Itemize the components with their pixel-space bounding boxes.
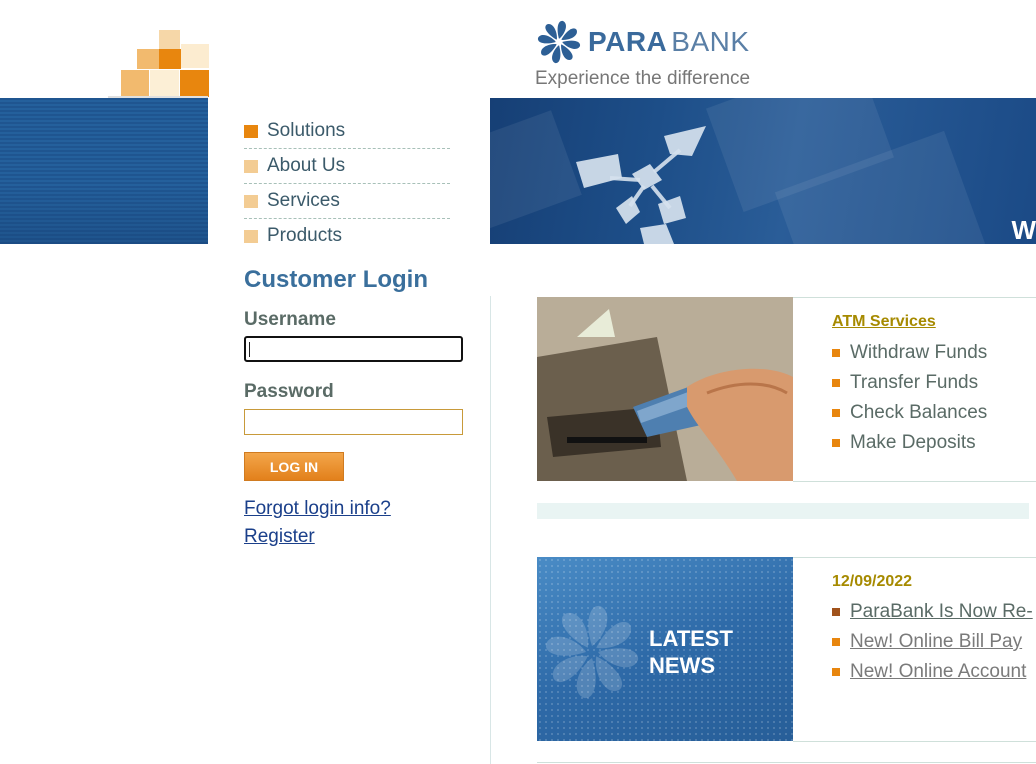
nav-item-label: Solutions — [267, 120, 346, 141]
news-item-link[interactable]: New! Online Bill Pay — [850, 631, 1022, 653]
password-input[interactable] — [244, 409, 463, 435]
news-item-link[interactable]: ParaBank Is Now Re- — [850, 601, 1033, 623]
password-label: Password — [244, 381, 334, 402]
banner-text: W — [1011, 215, 1036, 244]
left-header-band — [0, 98, 208, 244]
nav-item-label: Products — [267, 225, 342, 246]
nav-bullet-icon — [244, 194, 258, 208]
nav-item-solutions[interactable]: Solutions — [244, 114, 450, 149]
logo-text: PARA BANK — [588, 26, 750, 58]
bullet-icon — [832, 608, 840, 616]
text-cursor — [249, 342, 250, 357]
nav-item-about-us[interactable]: About Us — [244, 149, 450, 184]
network-graphic-icon — [576, 126, 706, 244]
latest-news-image: LATEST NEWS — [537, 557, 793, 741]
forgot-login-link[interactable]: Forgot login info? — [244, 498, 391, 520]
nav-bullet-icon — [244, 124, 258, 138]
bullet-icon — [832, 638, 840, 646]
bullet-icon — [832, 409, 840, 417]
section-separator — [537, 503, 1029, 519]
nav-bullet-icon — [244, 229, 258, 243]
latest-news-text: LATEST NEWS — [649, 625, 733, 679]
logo-bank: BANK — [671, 26, 750, 57]
nav-bullet-icon — [244, 159, 258, 173]
atm-services-link[interactable]: ATM Services — [832, 313, 936, 331]
news-date: 12/09/2022 — [832, 573, 913, 590]
left-nav: Solutions About Us Services Products — [244, 114, 450, 253]
atm-image — [537, 297, 793, 481]
news-item-link[interactable]: New! Online Account — [850, 661, 1026, 683]
header-banner: W — [490, 98, 1036, 244]
tagline: Experience the difference — [535, 68, 751, 89]
news-list-item[interactable]: New! Online Bill Pay — [832, 631, 1022, 653]
nav-item-services[interactable]: Services — [244, 184, 450, 219]
news-line-1: LATEST — [649, 626, 733, 651]
atm-list-item[interactable]: Withdraw Funds — [832, 342, 987, 364]
bullet-icon — [832, 439, 840, 447]
atm-item-label: Make Deposits — [850, 432, 976, 453]
username-label: Username — [244, 309, 336, 330]
header-decoration — [0, 0, 210, 98]
atm-item-label: Transfer Funds — [850, 372, 979, 393]
news-list-item[interactable]: ParaBank Is Now Re- — [832, 601, 1033, 623]
atm-list-item[interactable]: Check Balances — [832, 402, 987, 424]
news-flower-icon — [545, 605, 639, 699]
username-input[interactable] — [244, 336, 463, 362]
logo-name: PARA — [588, 26, 668, 57]
column-divider — [490, 296, 491, 764]
bullet-icon — [832, 349, 840, 357]
atm-item-label: Withdraw Funds — [850, 342, 988, 363]
parabank-logo[interactable]: PARA BANK — [536, 18, 750, 66]
login-button[interactable]: LOG IN — [244, 452, 344, 481]
atm-list-item[interactable]: Make Deposits — [832, 432, 976, 454]
news-line-2: NEWS — [649, 653, 715, 678]
logo-flower-icon — [537, 20, 581, 64]
bullet-icon — [832, 379, 840, 387]
atm-card-illustration — [537, 297, 793, 481]
bottom-divider — [537, 762, 1036, 763]
nav-item-label: Services — [267, 190, 340, 211]
news-list-item[interactable]: New! Online Account — [832, 661, 1026, 683]
nav-item-products[interactable]: Products — [244, 219, 450, 253]
login-title: Customer Login — [244, 266, 428, 293]
atm-list-item[interactable]: Transfer Funds — [832, 372, 978, 394]
nav-item-label: About Us — [267, 155, 346, 176]
bullet-icon — [832, 668, 840, 676]
atm-item-label: Check Balances — [850, 402, 988, 423]
register-link[interactable]: Register — [244, 526, 315, 548]
